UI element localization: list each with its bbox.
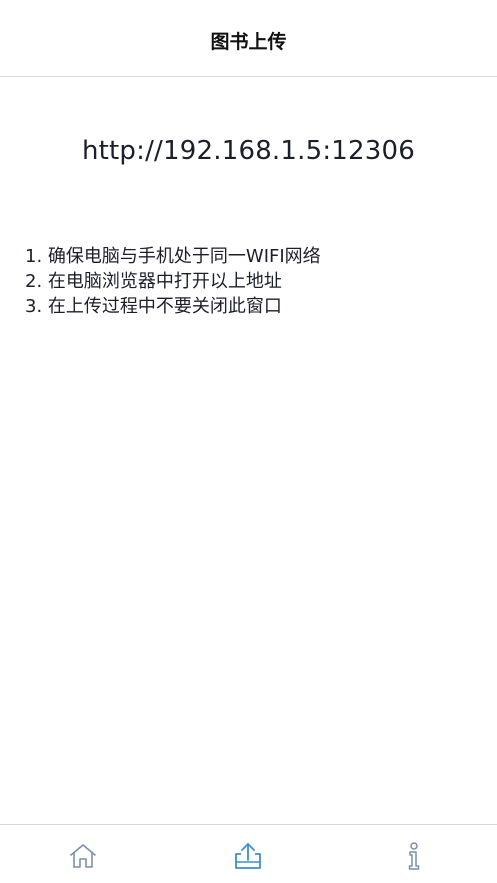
instruction-item: 1. 确保电脑与手机处于同一WIFI网络 (25, 246, 321, 267)
home-icon (70, 844, 96, 868)
server-url: http://192.168.1.5:12306 (81, 136, 416, 166)
instructions-list: 1. 确保电脑与手机处于同一WIFI网络 2. 在电脑浏览器中打开以上地址 3.… (25, 244, 485, 319)
navigation-bar: 图书上传 (0, 0, 497, 77)
instruction-item: 2. 在电脑浏览器中打开以上地址 (25, 271, 282, 292)
info-icon (408, 842, 420, 870)
instruction-item: 3. 在上传过程中不要关闭此窗口 (25, 296, 282, 317)
page-title: 图书上传 (210, 30, 287, 53)
tab-upload[interactable] (231, 839, 265, 873)
tab-bar (0, 824, 497, 883)
tab-info[interactable] (397, 839, 431, 873)
tab-home[interactable] (66, 839, 100, 873)
upload-icon (235, 843, 261, 869)
